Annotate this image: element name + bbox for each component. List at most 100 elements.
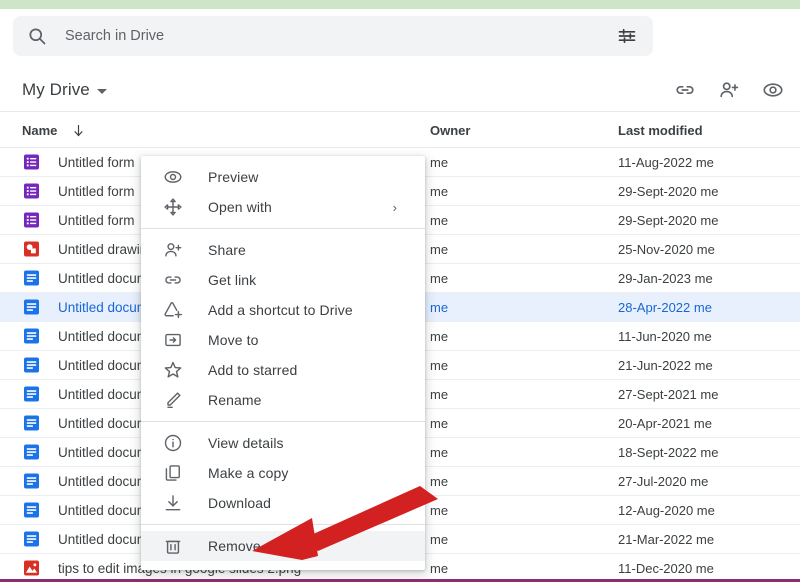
- file-owner: me: [430, 445, 448, 460]
- file-owner: me: [430, 387, 448, 402]
- google-docs-icon: [24, 416, 39, 431]
- file-owner: me: [430, 474, 448, 489]
- google-docs-icon: [24, 503, 39, 518]
- breadcrumb-label: My Drive: [22, 80, 90, 100]
- menu-item-share[interactable]: Share: [141, 235, 425, 265]
- file-last-modified: 20-Apr-2021 me: [618, 416, 712, 431]
- file-last-modified: 18-Sept-2022 me: [618, 445, 718, 460]
- menu-item-label: Open with: [208, 199, 272, 215]
- google-docs-icon: [24, 474, 39, 489]
- search-bar[interactable]: [13, 16, 653, 56]
- file-last-modified: 11-Aug-2022 me: [618, 155, 714, 170]
- menu-item-label: Share: [208, 242, 246, 258]
- file-owner: me: [430, 503, 448, 518]
- menu-item-label: Preview: [208, 169, 259, 185]
- file-last-modified: 21-Jun-2022 me: [618, 358, 713, 373]
- star-icon: [163, 360, 183, 380]
- file-name: Untitled form: [58, 184, 135, 199]
- file-owner: me: [430, 300, 448, 315]
- google-docs-icon: [24, 300, 39, 315]
- search-icon: [27, 26, 47, 46]
- add-shortcut-icon: [163, 300, 183, 320]
- menu-item-remove[interactable]: Remove: [141, 531, 425, 561]
- chevron-right-icon: ›: [393, 200, 397, 215]
- google-docs-icon: [24, 445, 39, 460]
- file-owner: me: [430, 358, 448, 373]
- chevron-down-icon[interactable]: [97, 89, 107, 94]
- menu-item-make-a-copy[interactable]: Make a copy: [141, 458, 425, 488]
- file-owner: me: [430, 561, 448, 576]
- column-header-owner[interactable]: Owner: [430, 123, 470, 138]
- menu-item-label: View details: [208, 435, 284, 451]
- menu-divider: [141, 228, 425, 229]
- file-owner: me: [430, 329, 448, 344]
- file-owner: me: [430, 155, 448, 170]
- google-docs-icon: [24, 271, 39, 286]
- menu-item-label: Move to: [208, 332, 259, 348]
- file-owner: me: [430, 213, 448, 228]
- download-icon: [163, 493, 183, 513]
- menu-item-label: Download: [208, 495, 271, 511]
- google-drawings-icon: [24, 242, 39, 257]
- file-last-modified: 11-Dec-2020 me: [618, 561, 714, 576]
- file-last-modified: 29-Sept-2020 me: [618, 184, 718, 199]
- file-last-modified: 29-Sept-2020 me: [618, 213, 718, 228]
- menu-item-add-to-starred[interactable]: Add to starred: [141, 355, 425, 385]
- image-file-icon: [24, 561, 39, 576]
- file-last-modified: 11-Jun-2020 me: [618, 329, 712, 344]
- google-forms-icon: [24, 184, 39, 199]
- google-docs-icon: [24, 358, 39, 373]
- arrow-down-icon[interactable]: [71, 123, 86, 138]
- google-forms-icon: [24, 213, 39, 228]
- eye-preview-icon: [163, 167, 183, 187]
- file-owner: me: [430, 242, 448, 257]
- menu-divider: [141, 524, 425, 525]
- file-last-modified: 25-Nov-2020 me: [618, 242, 715, 257]
- menu-bottom-padding: [141, 561, 425, 570]
- column-headers: Name Owner Last modified: [0, 118, 800, 148]
- column-header-name[interactable]: Name: [22, 123, 86, 138]
- menu-item-add-a-shortcut-to-drive[interactable]: Add a shortcut to Drive: [141, 295, 425, 325]
- link-icon: [163, 270, 183, 290]
- menu-item-download[interactable]: Download: [141, 488, 425, 518]
- breadcrumb[interactable]: My Drive: [22, 80, 107, 100]
- menu-item-view-details[interactable]: View details: [141, 428, 425, 458]
- tune-filter-icon[interactable]: [617, 26, 637, 46]
- breadcrumb-actions: [674, 79, 784, 101]
- menu-item-rename[interactable]: Rename: [141, 385, 425, 415]
- menu-item-label: Add to starred: [208, 362, 297, 378]
- file-owner: me: [430, 532, 448, 547]
- menu-item-preview[interactable]: Preview: [141, 162, 425, 192]
- menu-item-move-to[interactable]: Move to: [141, 325, 425, 355]
- search-bar-container: [13, 16, 653, 56]
- open-with-icon: [163, 197, 183, 217]
- menu-divider: [141, 421, 425, 422]
- menu-item-open-with[interactable]: Open with ›: [141, 192, 425, 222]
- file-name: Untitled form: [58, 213, 135, 228]
- top-green-banner: [0, 0, 800, 9]
- file-last-modified: 27-Sept-2021 me: [618, 387, 718, 402]
- move-to-folder-icon: [163, 330, 183, 350]
- file-last-modified: 12-Aug-2020 me: [618, 503, 715, 518]
- file-owner: me: [430, 184, 448, 199]
- column-header-last-modified[interactable]: Last modified: [618, 123, 703, 138]
- google-docs-icon: [24, 329, 39, 344]
- menu-item-label: Make a copy: [208, 465, 288, 481]
- file-last-modified: 27-Jul-2020 me: [618, 474, 708, 489]
- search-input[interactable]: [47, 28, 617, 44]
- google-docs-icon: [24, 387, 39, 402]
- add-person-icon: [163, 240, 183, 260]
- pencil-rename-icon: [163, 390, 183, 410]
- get-link-icon[interactable]: [674, 79, 696, 101]
- eye-preview-icon[interactable]: [762, 79, 784, 101]
- column-header-name-label: Name: [22, 123, 57, 138]
- menu-item-label: Add a shortcut to Drive: [208, 302, 353, 318]
- file-last-modified: 29-Jan-2023 me: [618, 271, 713, 286]
- copy-icon: [163, 463, 183, 483]
- menu-item-get-link[interactable]: Get link: [141, 265, 425, 295]
- file-owner: me: [430, 271, 448, 286]
- file-name: Untitled form: [58, 155, 135, 170]
- google-forms-icon: [24, 155, 39, 170]
- menu-item-label: Remove: [208, 538, 261, 554]
- add-person-icon[interactable]: [718, 79, 740, 101]
